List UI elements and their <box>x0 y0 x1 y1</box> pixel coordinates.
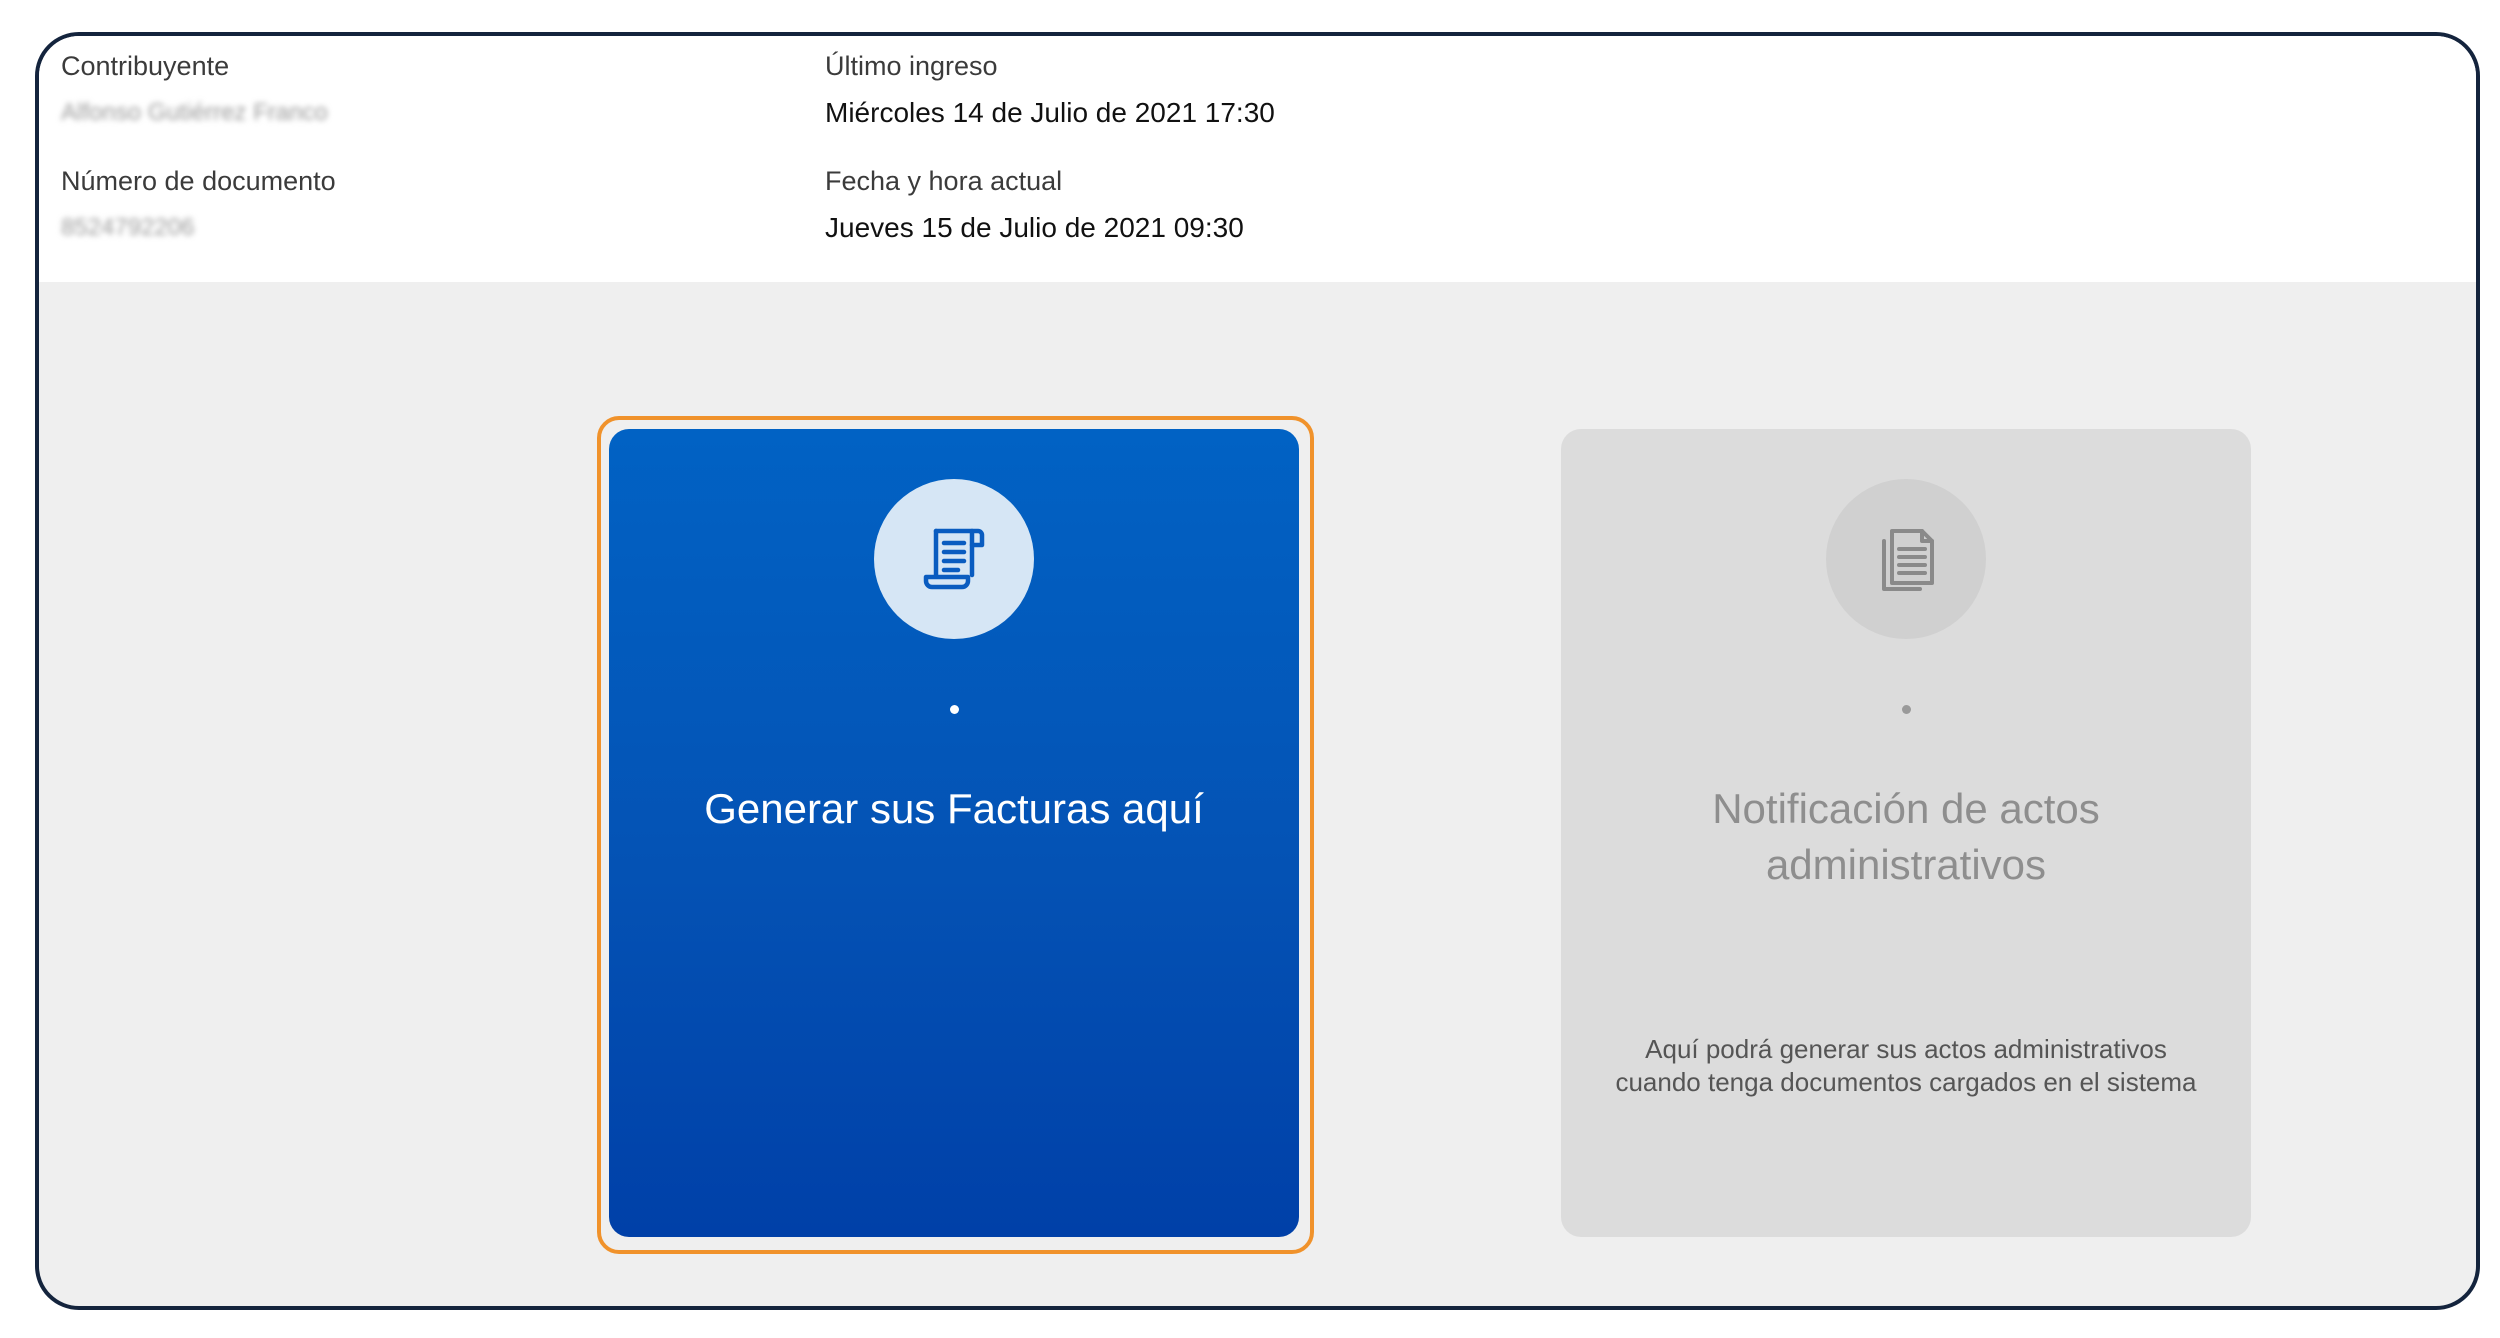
taxpayer-label: Contribuyente <box>61 51 230 81</box>
documents-icon <box>1882 529 1934 591</box>
last-login-value: Miércoles 14 de Julio de 2021 17:30 <box>825 97 1275 128</box>
taxpayer-name: Alfonso Gutiérrez Franco <box>61 99 328 126</box>
taxpayer-info-panel: Contribuyente Alfonso Gutiérrez Franco N… <box>39 36 2476 282</box>
card-bullet-dot <box>1902 705 1911 714</box>
administrative-notifications-description: Aquí podrá generar sus actos administrat… <box>1615 1034 2197 1097</box>
taxpayer-field: Contribuyente Alfonso Gutiérrez Franco <box>61 50 328 130</box>
document-number-label: Número de documento <box>61 166 336 196</box>
app-frame: Contribuyente Alfonso Gutiérrez Franco N… <box>35 32 2480 1310</box>
main-content: Generar sus Facturas aquí Notificación d… <box>39 282 2476 1306</box>
last-login-field: Último ingreso Miércoles 14 de Julio de … <box>825 50 1275 130</box>
current-datetime-label: Fecha y hora actual <box>825 166 1063 196</box>
card-bullet-dot <box>950 705 959 714</box>
administrative-notifications-title: Notificación de actos administrativos <box>1712 785 2100 888</box>
invoice-scroll-icon <box>923 528 985 590</box>
generate-invoices-title: Generar sus Facturas aquí <box>704 785 1204 832</box>
administrative-notifications-card: Notificación de actos administrativos Aq… <box>1561 429 2251 1237</box>
document-number-field: Número de documento 8524792206 <box>61 165 336 245</box>
current-datetime-value: Jueves 15 de Julio de 2021 09:30 <box>825 212 1244 243</box>
documents-icon-circle <box>1826 479 1986 639</box>
current-datetime-field: Fecha y hora actual Jueves 15 de Julio d… <box>825 165 1244 245</box>
last-login-label: Último ingreso <box>825 51 998 81</box>
generate-invoices-card[interactable]: Generar sus Facturas aquí <box>609 429 1299 1237</box>
document-number-value: 8524792206 <box>61 214 195 241</box>
invoice-icon-circle <box>874 479 1034 639</box>
